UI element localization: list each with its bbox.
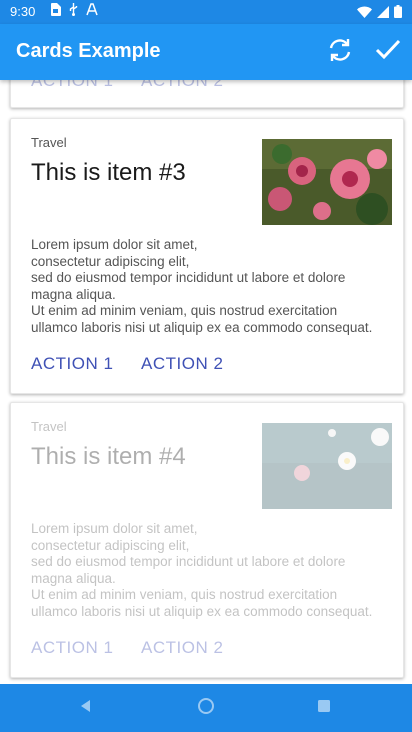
card-item-2: ACTION 1 ACTION 2	[10, 80, 404, 108]
card-3-image	[262, 139, 392, 225]
card-4-body: Lorem ipsum dolor sit amet, consectetur …	[31, 521, 373, 619]
card-item-4: Travel This is item #4 Lorem ipsum dolor…	[10, 402, 404, 678]
card-3-overline: Travel	[31, 135, 67, 150]
battery-icon	[394, 5, 402, 21]
card-3-body: Lorem ipsum dolor sit amet, consectetur …	[31, 237, 373, 335]
pink-flowers-photo	[262, 139, 392, 225]
card-item-3: Travel This is item #3 Lorem ipsum dolor…	[10, 118, 404, 394]
status-notification-icons	[50, 3, 98, 19]
app-title: Cards Example	[16, 40, 161, 62]
home-icon	[196, 696, 216, 721]
signal-icon	[377, 5, 389, 21]
white-flowers-photo	[262, 423, 392, 509]
card-3-action-1-button[interactable]: ACTION 1	[31, 354, 113, 374]
usb-icon	[67, 3, 80, 19]
card-4-title: This is item #4	[31, 443, 186, 470]
refresh-button[interactable]	[324, 36, 356, 68]
navigation-bar	[0, 684, 412, 732]
card-2-action-1-button[interactable]: ACTION 1	[31, 80, 113, 91]
card-2-action-2-button[interactable]: ACTION 2	[141, 80, 223, 91]
recents-icon	[316, 698, 332, 719]
card-4-action-1-button[interactable]: ACTION 1	[31, 638, 113, 658]
check-icon	[374, 36, 402, 69]
confirm-button[interactable]	[372, 36, 404, 68]
card-4-content: Travel This is item #4 Lorem ipsum dolor…	[11, 403, 403, 677]
card-list[interactable]: ACTION 1 ACTION 2 Travel This is item #3…	[0, 80, 412, 684]
sim-card-icon	[50, 3, 61, 19]
status-bar: 9:30	[0, 0, 412, 24]
status-system-icons	[357, 5, 402, 21]
card-4-overline: Travel	[31, 419, 67, 434]
recents-button[interactable]	[312, 696, 336, 720]
back-button[interactable]	[74, 696, 98, 720]
home-button[interactable]	[194, 696, 218, 720]
status-time: 9:30	[10, 4, 36, 19]
card-3-title: This is item #3	[31, 159, 186, 186]
app-bar: Cards Example	[0, 24, 412, 80]
card-3-action-2-button[interactable]: ACTION 2	[141, 354, 223, 374]
wifi-icon	[357, 6, 372, 21]
card-4-image	[262, 423, 392, 509]
accessibility-icon	[86, 3, 98, 19]
card-4-action-2-button[interactable]: ACTION 2	[141, 638, 223, 658]
back-icon	[78, 698, 94, 719]
refresh-icon	[326, 36, 354, 69]
